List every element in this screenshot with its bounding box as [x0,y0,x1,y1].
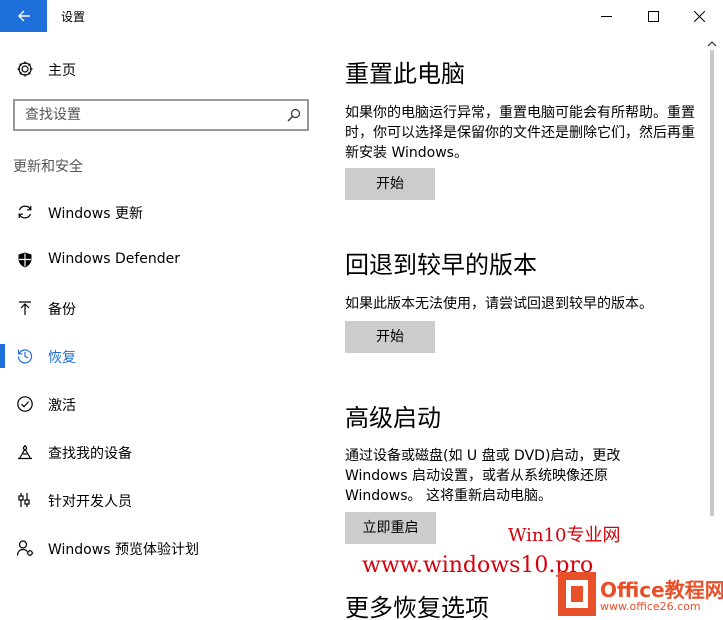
sidebar-item-label: Windows 更新 [48,206,143,222]
check-circle-icon [17,396,33,412]
office-logo-url: www.office26.com [600,600,701,613]
minimize-icon [600,15,612,17]
sync-icon [18,205,32,219]
reset-pc-title: 重置此电脑 [345,60,465,88]
close-button[interactable] [676,0,722,32]
maximize-icon [647,10,659,22]
history-icon [17,349,33,364]
reset-pc-start-button[interactable]: 开始 [345,168,435,200]
go-back-description: 如果此版本无法使用，请尝试回退到较早的版本。 [345,296,653,312]
watermark-site-name: Win10专业网 [508,525,621,546]
home-label: 主页 [48,63,76,79]
office-logo-icon [558,572,596,616]
go-back-title: 回退到较早的版本 [345,251,537,279]
office-logo-title: Office教程网 [600,578,723,602]
sidebar-item-label: Windows 预览体验计划 [48,542,199,558]
minimize-button[interactable] [583,0,629,32]
selection-indicator [0,344,5,368]
gear-icon [17,61,33,77]
office-watermark-logo: Office教程网 www.office26.com [556,570,723,620]
developer-sliders-icon [18,493,30,507]
sidebar-item-for-developers[interactable]: 针对开发人员 [0,482,320,518]
sidebar-item-backup[interactable]: 备份 [0,290,320,326]
sidebar-item-windows-update[interactable]: Windows 更新 [0,194,320,230]
sidebar-item-label: 恢复 [48,350,76,366]
shield-icon [18,252,32,268]
title-bar: 设置 [0,0,723,32]
sidebar-item-find-my-device[interactable]: 查找我的设备 [0,434,320,470]
section-heading: 更新和安全 [13,159,83,175]
maximize-button[interactable] [630,0,676,32]
sidebar-item-label: Windows Defender [48,251,181,267]
reset-pc-description: 如果你的电脑运行异常，重置电脑可能会有所帮助。重置时，你可以选择是保留你的文件还… [345,105,695,161]
sidebar-item-windows-insider[interactable]: Windows 预览体验计划 [0,530,320,566]
back-arrow-icon [17,10,30,22]
advanced-startup-description: 通过设备或磁盘(如 U 盘或 DVD)启动，更改 Windows 启动设置，或者… [345,448,621,504]
restart-now-button[interactable]: 立即重启 [345,512,436,544]
find-device-icon [18,445,32,460]
sidebar-item-recovery[interactable]: 恢复 [0,338,320,374]
sidebar-item-windows-defender[interactable]: Windows Defender [0,242,320,278]
search-box[interactable] [13,99,309,131]
more-recovery-options-title: 更多恢复选项 [345,594,489,620]
sidebar: 主页 更新和安全 Windows 更新 Windows Defender 备份 [0,32,320,620]
close-icon [693,10,705,22]
backup-arrow-icon [19,301,31,315]
back-button[interactable] [0,0,47,32]
search-input[interactable] [15,101,279,129]
go-back-start-button[interactable]: 开始 [345,321,435,353]
sidebar-item-label: 激活 [48,398,76,414]
advanced-startup-title: 高级启动 [345,404,441,432]
scrollbar-thumb[interactable] [710,50,714,516]
sidebar-item-label: 针对开发人员 [48,494,132,510]
insider-user-icon [16,540,34,557]
search-icon[interactable] [287,108,301,122]
sidebar-item-label: 查找我的设备 [48,446,132,462]
scroll-up-arrow-icon[interactable] [707,34,717,47]
sidebar-item-activation[interactable]: 激活 [0,386,320,422]
sidebar-home[interactable]: 主页 [0,54,320,84]
window-title: 设置 [61,10,86,24]
sidebar-item-label: 备份 [48,302,76,318]
